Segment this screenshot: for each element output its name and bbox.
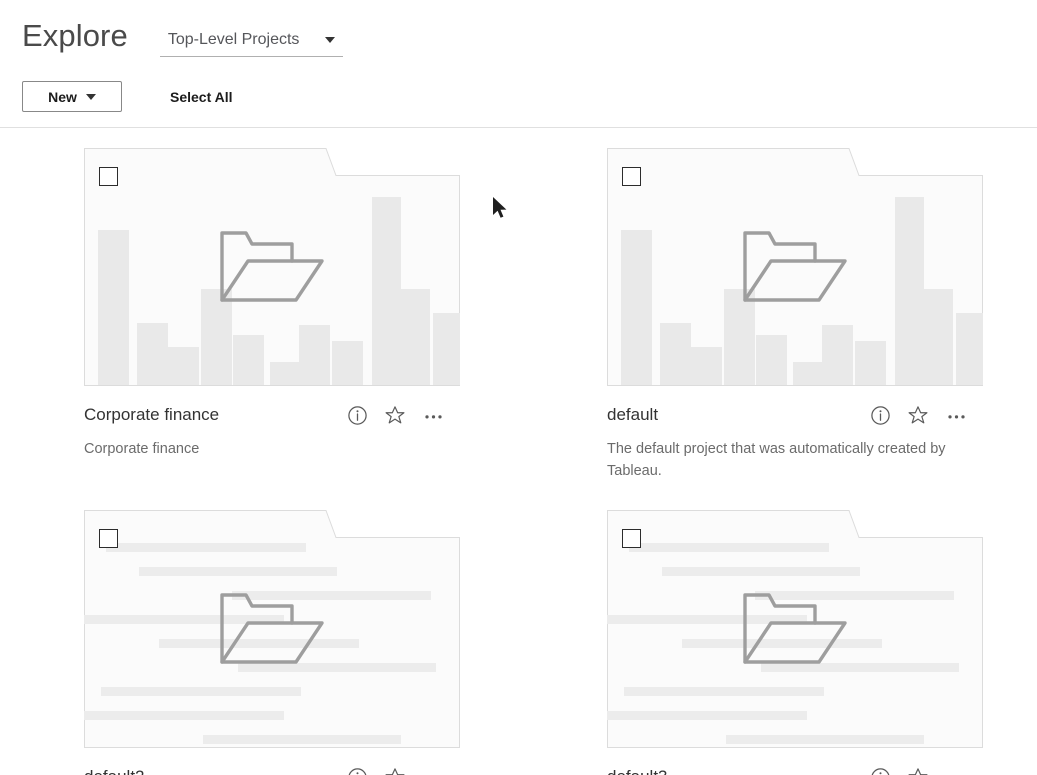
card-title-row: default [607,402,983,428]
card-title-link[interactable]: default [607,405,658,425]
new-button-label: New [48,88,77,105]
placeholder-bar [621,230,652,385]
star-icon[interactable] [384,404,406,426]
card-title-row: default2 [84,764,460,775]
folder-icon [220,593,324,664]
more-actions-icon[interactable] [945,766,967,775]
info-icon[interactable] [346,404,368,426]
placeholder-bar [822,325,853,385]
new-button[interactable]: New [22,81,122,112]
page-header: Explore Top-Level Projects [0,0,1037,66]
info-icon[interactable] [346,766,368,775]
project-card[interactable]: default The default project that was auto… [607,148,983,482]
caret-down-icon [85,93,96,100]
card-description: Corporate finance [84,441,200,457]
project-card[interactable]: Corporate finance Corporate finance [84,148,460,482]
star-icon[interactable] [907,766,929,775]
card-title-link[interactable]: Corporate finance [84,405,219,425]
placeholder-bar [270,362,301,385]
scope-dropdown-label: Top-Level Projects [167,31,300,48]
placeholder-bar [98,230,129,385]
card-select-checkbox[interactable] [622,529,641,548]
placeholder-bar [372,197,401,385]
card-meta: default The default project that was auto… [607,386,983,482]
card-actions [869,766,983,775]
placeholder-bar [433,313,460,385]
card-meta: Corporate finance Corporate finance [84,386,460,460]
card-title-link[interactable]: default3 [607,767,668,775]
placeholder-bar [924,289,953,385]
card-select-checkbox[interactable] [99,529,118,548]
folder-icon [743,231,847,302]
card-select-checkbox[interactable] [622,167,641,186]
card-meta: default2 [84,748,460,775]
placeholder-bar [691,347,722,385]
project-card[interactable]: default2 [84,510,460,775]
more-actions-icon[interactable] [945,404,967,426]
project-thumbnail[interactable] [607,510,983,748]
project-thumbnail[interactable] [84,510,460,748]
info-icon[interactable] [869,404,891,426]
placeholder-text-line [101,687,301,696]
placeholder-bar [895,197,924,385]
placeholder-text-line [726,735,924,744]
placeholder-text-line [629,543,829,552]
placeholder-text-line [662,567,860,576]
chevron-down-icon [325,37,336,43]
placeholder-text-line [203,735,401,744]
info-icon[interactable] [869,766,891,775]
page-title: Explore [22,18,128,53]
card-actions [346,404,460,426]
star-icon[interactable] [384,766,406,775]
placeholder-bar [401,289,430,385]
toolbar: New Select All [0,66,1037,128]
placeholder-text-line [607,711,807,720]
more-actions-icon[interactable] [422,766,444,775]
placeholder-text-line [106,543,306,552]
placeholder-bar [956,313,983,385]
placeholder-bar [233,335,264,385]
scope-dropdown[interactable]: Top-Level Projects [159,31,344,57]
project-card-grid: Corporate finance Corporate finance defaul… [0,128,1037,775]
card-title-link[interactable]: default2 [84,767,145,775]
card-description: The default project that was automatical… [607,441,946,479]
placeholder-text-line [624,687,824,696]
folder-icon [743,593,847,664]
folder-icon [220,231,324,302]
project-card[interactable]: default3 [607,510,983,775]
placeholder-bar [660,323,691,385]
more-actions-icon[interactable] [422,404,444,426]
placeholder-bar [793,362,824,385]
project-thumbnail[interactable] [84,148,460,386]
card-actions [346,766,460,775]
placeholder-bar [332,341,363,385]
placeholder-bar [137,323,168,385]
placeholder-bar [756,335,787,385]
placeholder-bar [168,347,199,385]
project-thumbnail[interactable] [607,148,983,386]
card-actions [869,404,983,426]
card-select-checkbox[interactable] [99,167,118,186]
placeholder-bar [299,325,330,385]
placeholder-text-line [84,711,284,720]
card-meta: default3 [607,748,983,775]
card-title-row: default3 [607,764,983,775]
select-all-button[interactable]: Select All [170,89,233,105]
placeholder-text-line [139,567,337,576]
card-title-row: Corporate finance [84,402,460,428]
placeholder-bar [855,341,886,385]
star-icon[interactable] [907,404,929,426]
